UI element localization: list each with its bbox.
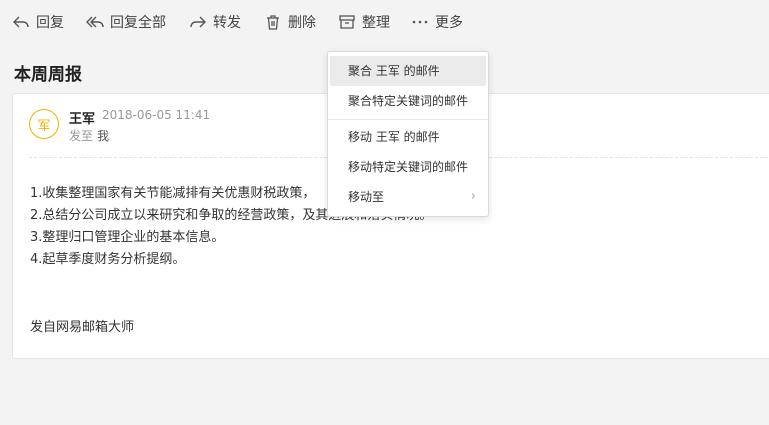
reply-all-button[interactable]: 回复全部: [86, 11, 166, 33]
email-signature: 发自网易邮箱大师: [30, 320, 135, 335]
menu-item-move-to-label: 移动至: [348, 190, 385, 204]
email-subject: 本周周报: [14, 65, 82, 85]
more-dropdown-menu: 聚合 王军 的邮件 聚合特定关键词的邮件 移动 王军 的邮件 移动特定关键词的邮…: [327, 51, 489, 217]
forward-icon: [190, 16, 206, 28]
menu-item-move-to[interactable]: 移动至 ›: [330, 182, 486, 212]
menu-item-move-sender[interactable]: 移动 王军 的邮件: [330, 122, 486, 152]
body-line: 3.整理归口管理企业的基本信息。: [30, 230, 225, 245]
toolbar: 回复 回复全部 转发 删除 整理 更多: [0, 0, 769, 44]
avatar[interactable]: 军: [29, 109, 59, 139]
more-dots-icon: [412, 20, 428, 24]
reply-icon: [13, 16, 29, 28]
menu-item-group-sender[interactable]: 聚合 王军 的邮件: [330, 56, 486, 86]
chevron-right-icon: ›: [470, 189, 476, 204]
trash-icon: [267, 15, 279, 30]
recipient-name[interactable]: 我: [97, 129, 109, 143]
email-date: 2018-06-05 11:41: [102, 108, 211, 122]
body-line: 4.起草季度财务分析提纲。: [30, 252, 186, 267]
archive-icon: [339, 15, 355, 29]
reply-label: 回复: [36, 15, 64, 31]
delete-button[interactable]: 删除: [264, 11, 316, 33]
delete-label: 删除: [288, 15, 316, 31]
menu-item-group-keyword[interactable]: 聚合特定关键词的邮件: [330, 86, 486, 116]
more-button[interactable]: 更多: [411, 11, 463, 33]
reply-all-label: 回复全部: [110, 15, 166, 31]
organize-button[interactable]: 整理: [338, 11, 390, 33]
menu-item-move-keyword[interactable]: 移动特定关键词的邮件: [330, 152, 486, 182]
forward-button[interactable]: 转发: [189, 11, 241, 33]
recipient-row: 发至我: [69, 127, 109, 144]
menu-divider: [328, 119, 488, 120]
forward-label: 转发: [213, 15, 241, 31]
sender-name[interactable]: 王军: [69, 108, 95, 127]
reply-all-icon: [86, 16, 104, 28]
more-label: 更多: [435, 15, 463, 31]
reply-button[interactable]: 回复: [12, 11, 64, 33]
to-label: 发至: [69, 129, 94, 143]
organize-label: 整理: [362, 15, 390, 31]
